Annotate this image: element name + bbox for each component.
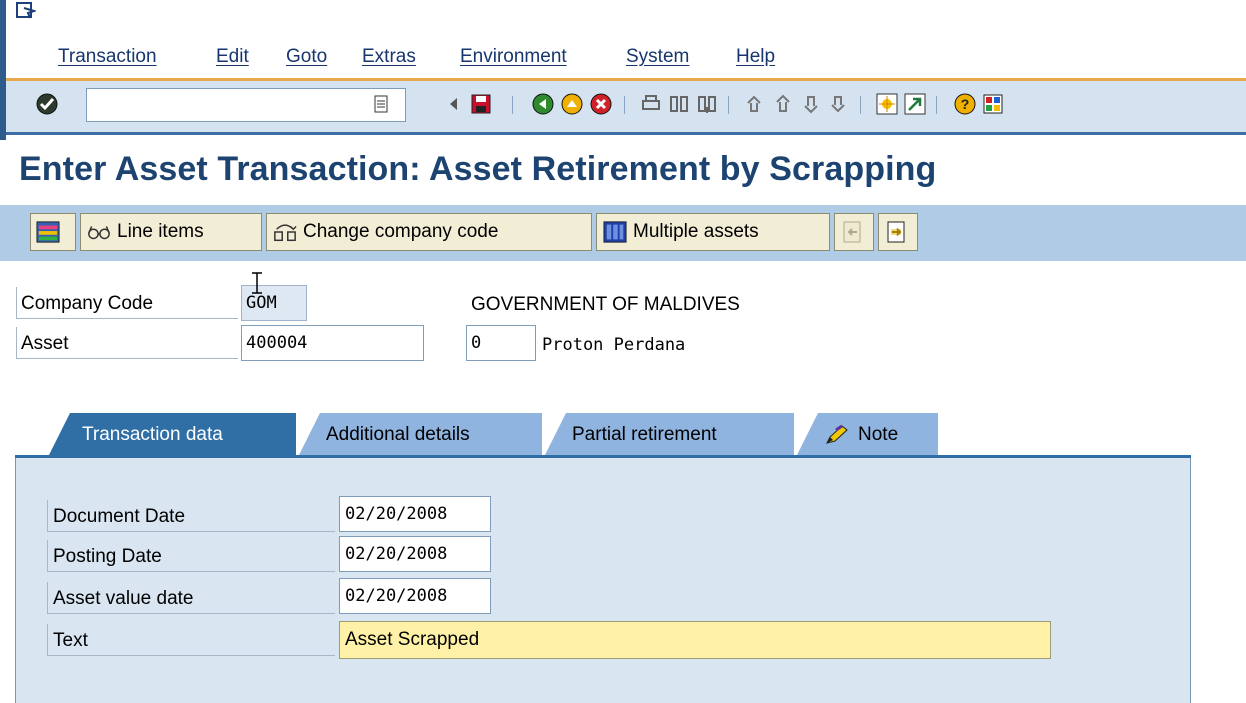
- asset-value-date-label: Asset value date: [47, 582, 335, 614]
- help-icon[interactable]: ?: [952, 91, 978, 117]
- line-items-button[interactable]: Line items: [80, 213, 262, 251]
- change-company-code-icon: [274, 224, 297, 242]
- menu-environment[interactable]: Environment: [460, 46, 567, 68]
- multiple-assets-icon: [603, 221, 627, 243]
- multiple-assets-label: Multiple assets: [633, 221, 759, 242]
- pencil-icon: [826, 424, 848, 444]
- text-cursor-icon: [252, 272, 262, 294]
- posting-date-field[interactable]: 02/20/2008: [339, 536, 491, 572]
- previous-entry-icon: [843, 221, 861, 243]
- next-entry-button[interactable]: [878, 213, 918, 251]
- menu-edit[interactable]: Edit: [216, 46, 249, 68]
- glasses-icon: [88, 226, 110, 240]
- layout-icon[interactable]: [980, 91, 1006, 117]
- menu-system[interactable]: System: [626, 46, 689, 68]
- toolbar-separator: [728, 96, 729, 114]
- company-name-text: GOVERNMENT OF MALDIVES: [471, 294, 740, 315]
- next-page-icon[interactable]: [798, 91, 824, 117]
- next-entry-icon: [887, 221, 905, 243]
- document-date-label: Document Date: [47, 500, 335, 532]
- change-company-code-label: Change company code: [303, 221, 499, 242]
- asset-label: Asset: [16, 327, 238, 359]
- tab-panel-top-border: [15, 455, 1191, 458]
- enter-icon[interactable]: [34, 91, 60, 117]
- history-dropdown-icon[interactable]: [368, 91, 394, 117]
- menu-help[interactable]: Help: [736, 46, 775, 68]
- menu-transaction[interactable]: Transaction: [58, 46, 157, 68]
- header-data-icon: [36, 221, 60, 243]
- change-company-code-button[interactable]: Change company code: [266, 213, 592, 251]
- find-next-icon[interactable]: [694, 91, 720, 117]
- save-icon[interactable]: [468, 91, 494, 117]
- asset-subnumber-field[interactable]: 0: [466, 325, 536, 361]
- posting-date-label: Posting Date: [47, 540, 335, 572]
- back-triangle-icon[interactable]: [440, 91, 466, 117]
- menu-extras[interactable]: Extras: [362, 46, 416, 68]
- text-field[interactable]: Asset Scrapped: [339, 621, 1051, 659]
- transaction-data-panel: [15, 456, 1191, 703]
- asset-description-text: Proton Perdana: [542, 335, 686, 355]
- menu-bar: [6, 0, 1246, 80]
- back-icon[interactable]: [530, 91, 556, 117]
- svg-text:?: ?: [961, 96, 970, 112]
- first-page-icon[interactable]: [742, 91, 768, 117]
- previous-entry-button: [834, 213, 874, 251]
- previous-page-icon[interactable]: [770, 91, 796, 117]
- cancel-icon[interactable]: [588, 91, 614, 117]
- page-title: Enter Asset Transaction: Asset Retiremen…: [19, 150, 937, 188]
- asset-number-field[interactable]: 400004: [241, 325, 424, 361]
- header-data-button[interactable]: [30, 213, 76, 251]
- multiple-assets-button[interactable]: Multiple assets: [596, 213, 830, 251]
- tab-note[interactable]: Note: [796, 413, 938, 457]
- create-session-icon[interactable]: [874, 91, 900, 117]
- document-date-field[interactable]: 02/20/2008: [339, 496, 491, 532]
- menu-goto[interactable]: Goto: [286, 46, 327, 68]
- tab-partial-retirement[interactable]: Partial retirement: [544, 413, 794, 457]
- shortcut-icon[interactable]: [902, 91, 928, 117]
- tab-partial-retirement-label: Partial retirement: [572, 424, 717, 445]
- company-code-label: Company Code: [16, 287, 238, 319]
- asset-value-date-field[interactable]: 02/20/2008: [339, 578, 491, 614]
- system-menu-icon[interactable]: [16, 2, 36, 20]
- exit-icon[interactable]: [559, 91, 585, 117]
- tab-additional-details-label: Additional details: [326, 424, 470, 445]
- command-field[interactable]: [86, 88, 406, 122]
- find-icon[interactable]: [666, 91, 692, 117]
- print-icon[interactable]: [638, 91, 664, 117]
- last-page-icon[interactable]: [826, 91, 852, 117]
- toolbar-separator: [860, 96, 861, 114]
- tab-note-label: Note: [858, 424, 899, 445]
- tab-transaction-data[interactable]: Transaction data: [48, 413, 296, 457]
- tab-transaction-data-label: Transaction data: [82, 424, 223, 445]
- toolbar-separator: [512, 96, 513, 114]
- line-items-label: Line items: [117, 221, 204, 242]
- text-label: Text: [47, 624, 335, 656]
- toolbar-separator: [624, 96, 625, 114]
- toolbar-separator: [936, 96, 937, 114]
- tab-additional-details[interactable]: Additional details: [298, 413, 542, 457]
